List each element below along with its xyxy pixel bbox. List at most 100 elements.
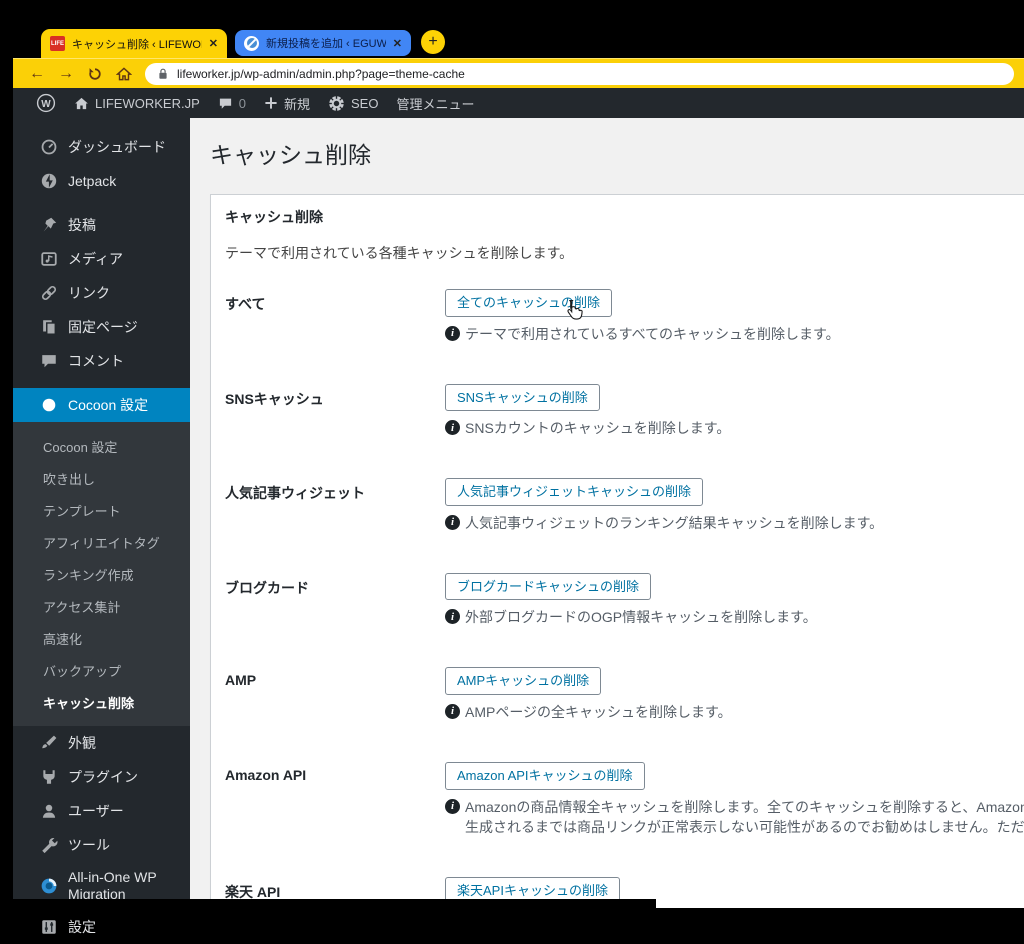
submenu-backup[interactable]: バックアップ [13,654,190,686]
cache-row-all: すべて 全てのキャッシュの削除 i テーマで利用されているすべてのキャッシュを削除… [225,289,1024,344]
admin-bar-seo[interactable]: SEO [319,88,387,118]
submenu-cache-deletion[interactable]: キャッシュ削除 [13,686,190,718]
submenu-cocoon-settings[interactable]: Cocoon 設定 [13,430,190,462]
gauge-icon [39,137,59,157]
tab-cache-deletion[interactable]: LIFE キャッシュ削除 ‹ LIFEWORKER.JP — ✕ [41,29,227,58]
sidebar-item-media[interactable]: メディア [13,242,190,276]
row-label: AMP [225,672,257,689]
user-icon [39,801,59,821]
lifeworker-favicon: LIFE [50,36,65,51]
delete-amazon-api-cache-button[interactable]: Amazon APIキャッシュの削除 [445,761,645,790]
wrench-icon [39,835,59,855]
row-description: テーマで利用されているすべてのキャッシュを削除します。 [465,325,840,342]
row-label: 人気記事ウィジェット [225,485,365,502]
info-icon: i [445,703,460,719]
browser-toolbar: ← → lifeworker.jp/wp-admin/admin.php?pag… [13,58,1024,88]
media-icon [39,249,59,269]
tab-strip: LIFE キャッシュ削除 ‹ LIFEWORKER.JP — ✕ 新規投稿を追加… [13,22,1024,58]
brush-icon [39,733,59,753]
info-icon: i [445,514,460,530]
info-icon: i [445,325,460,341]
info-icon: i [445,420,460,436]
delete-all-cache-button[interactable]: 全てのキャッシュの削除 [445,289,613,317]
lock-icon [159,68,167,79]
pushpin-icon [39,215,59,235]
home-icon [75,97,88,109]
sidebar-item-settings[interactable]: 設定 [13,910,190,944]
jetpack-icon [39,171,59,191]
sidebar-item-dashboard[interactable]: ダッシュボード [13,130,190,164]
sidebar-item-pages[interactable]: 固定ページ [13,310,190,344]
sidebar-item-tools[interactable]: ツール [13,828,190,862]
sidebar-item-posts[interactable]: 投稿 [13,208,190,242]
tab-title: キャッシュ削除 ‹ LIFEWORKER.JP — [72,38,202,51]
submenu-access-stats[interactable]: アクセス集計 [13,590,190,622]
cache-row-amazon-api: Amazon API Amazon APIキャッシュの削除 i Amazonの商品… [225,761,1024,837]
delete-amp-cache-button[interactable]: AMPキャッシュの削除 [445,667,602,695]
gear-icon [328,95,345,111]
row-description: AMPページの全キャッシュを削除します。 [465,703,732,720]
address-bar[interactable]: lifeworker.jp/wp-admin/admin.php?page=th… [145,62,1014,85]
row-label: Amazon API [225,766,307,783]
home-icon[interactable] [116,66,132,82]
cocoon-submenu: Cocoon 設定 吹き出し テンプレート アフィリエイトタグ ランキング作成 … [13,422,190,726]
submenu-speed-up[interactable]: 高速化 [13,622,190,654]
cocoon-icon [39,395,59,415]
sidebar-item-appearance[interactable]: 外観 [13,726,190,760]
cache-row-popular-widget: 人気記事ウィジェット 人気記事ウィジェットキャッシュの削除 i 人気記事ウィジェッ… [225,478,1024,533]
sidebar-item-links[interactable]: リンク [13,276,190,310]
tab-close-icon[interactable]: ✕ [209,37,218,50]
delete-blog-card-cache-button[interactable]: ブログカードキャッシュの削除 [445,572,652,601]
submenu-template[interactable]: テンプレート [13,494,190,526]
submenu-affiliate-tag[interactable]: アフィリエイトタグ [13,526,190,558]
info-icon: i [445,798,460,814]
reload-icon[interactable] [87,66,103,82]
cache-row-blog-card: ブログカード ブログカードキャッシュの削除 i 外部ブログカードのOGP情報キャッ… [225,572,1024,628]
submenu-speech-balloon[interactable]: 吹き出し [13,462,190,494]
sidebar-item-comments[interactable]: コメント [13,344,190,378]
link-icon [39,283,59,303]
admin-bar-new[interactable]: 新規 [255,88,319,118]
row-label: SNSキャッシュ [225,390,324,407]
wp-sidebar: ダッシュボード Jetpack 投稿 メディア リンク 固定ページ コメント C… [13,118,198,935]
row-description: SNSカウントのキャッシュを削除します。 [465,420,731,437]
delete-popular-widget-cache-button[interactable]: 人気記事ウィジェットキャッシュの削除 [445,478,704,506]
cache-row-amp: AMP AMPキャッシュの削除 i AMPページの全キャッシュを削除します。 [225,667,1024,722]
panel-heading: キャッシュ削除 [225,209,323,225]
forward-icon[interactable]: → [58,65,74,82]
new-tab-button[interactable]: + [421,30,445,54]
aio-migration-icon [39,876,59,896]
row-description: 人気記事ウィジェットのランキング結果キャッシュを削除します。 [465,514,884,531]
submenu-ranking[interactable]: ランキング作成 [13,558,190,590]
sidebar-item-plugins[interactable]: プラグイン [13,760,190,794]
row-label: すべて [225,296,266,312]
wp-logo-icon[interactable]: W [27,88,65,118]
cache-row-sns: SNSキャッシュ SNSキャッシュの削除 i SNSカウントのキャッシュを削除しま… [225,383,1024,439]
row-description: 外部ブログカードのOGP情報キャッシュを削除します。 [465,609,817,626]
sidebar-item-cocoon-settings[interactable]: Cocoon 設定 [13,388,198,422]
sidebar-item-jetpack[interactable]: Jetpack [13,164,190,198]
row-label: ブログカード [225,579,309,596]
pages-icon [39,317,59,337]
tab-title: 新規投稿を追加 ‹ EGUWEB.JP@オ [266,38,386,50]
black-strip-artifact [0,899,656,908]
wp-admin-bar: W LIFEWORKER.JP 0 新規 SEO 管理メニュー [13,88,1024,118]
sidebar-item-users[interactable]: ユーザー [13,794,190,828]
cache-deletion-panel: キャッシュ削除 テーマで利用されている各種キャッシュを削除します。 すべて 全て… [210,194,1024,908]
delete-sns-cache-button[interactable]: SNSキャッシュの削除 [445,383,600,412]
page-title: キャッシュ削除 [210,142,371,168]
back-icon[interactable]: ← [29,65,45,82]
sliders-icon [39,917,59,937]
comment-icon [39,351,59,371]
admin-bar-admin-menu[interactable]: 管理メニュー [387,88,483,118]
plug-icon [39,767,59,787]
row-description-line2: 生成されるまでは商品リンクが正常表示しない可能性があるのでお勧めはしません。ただ… [465,818,1024,835]
mouse-cursor-hand [562,299,584,328]
eguweb-favicon [244,35,259,51]
panel-description: テーマで利用されている各種キャッシュを削除します。 [225,245,574,261]
tab-close-icon[interactable]: ✕ [393,37,402,50]
tab-new-post[interactable]: 新規投稿を追加 ‹ EGUWEB.JP@オ ✕ [235,30,411,56]
admin-content: キャッシュ削除 キャッシュ削除 テーマで利用されている各種キャッシュを削除します… [190,118,1024,908]
admin-bar-comments[interactable]: 0 [209,88,255,118]
admin-bar-site[interactable]: LIFEWORKER.JP [65,88,209,118]
